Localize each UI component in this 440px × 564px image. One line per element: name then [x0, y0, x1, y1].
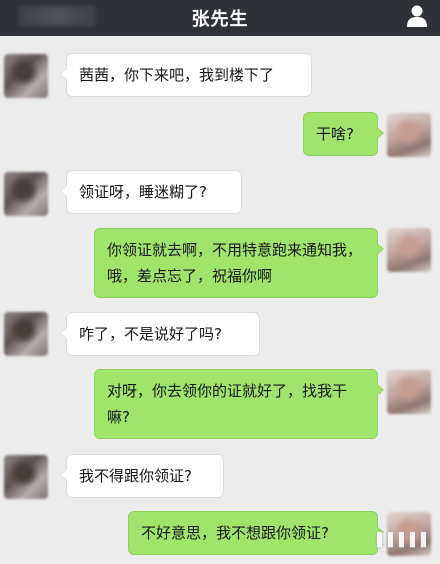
outgoing-message-bubble: 对呀，你去领你的证就好了，找我干嘛?: [94, 369, 384, 439]
chat-header: 张先生: [0, 0, 440, 36]
chat-title: 张先生: [191, 9, 249, 30]
incoming-message-bubble: 咋了，不是说好了吗?: [60, 312, 260, 356]
contact-avatar[interactable]: [4, 172, 48, 216]
contact-avatar[interactable]: [4, 54, 48, 98]
outgoing-message-bubble: 不好意思，我不想跟你领证?: [128, 511, 384, 555]
contact-avatar[interactable]: [4, 312, 48, 356]
outgoing-message-bubble: 你领证就去啊，不用特意跑来通知我，哦，差点忘了，祝福你啊: [94, 228, 384, 298]
contact-avatar[interactable]: [4, 455, 48, 499]
watermark: ▌▌▌▌▌: [377, 533, 432, 548]
self-avatar[interactable]: [387, 113, 431, 157]
incoming-message-bubble: 茜茜，你下来吧，我到楼下了: [60, 53, 312, 97]
chat-screen: 张先生 茜茜，你下来吧，我到楼下了 干啥? 领证呀，睡迷糊了? 你领证就去啊，不…: [0, 0, 440, 564]
self-avatar[interactable]: [387, 370, 431, 414]
self-avatar[interactable]: [387, 228, 431, 272]
person-icon[interactable]: [406, 4, 428, 28]
outgoing-message-bubble: 干啥?: [303, 112, 384, 156]
incoming-message-bubble: 我不得跟你领证?: [60, 454, 224, 498]
incoming-message-bubble: 领证呀，睡迷糊了?: [60, 170, 242, 214]
